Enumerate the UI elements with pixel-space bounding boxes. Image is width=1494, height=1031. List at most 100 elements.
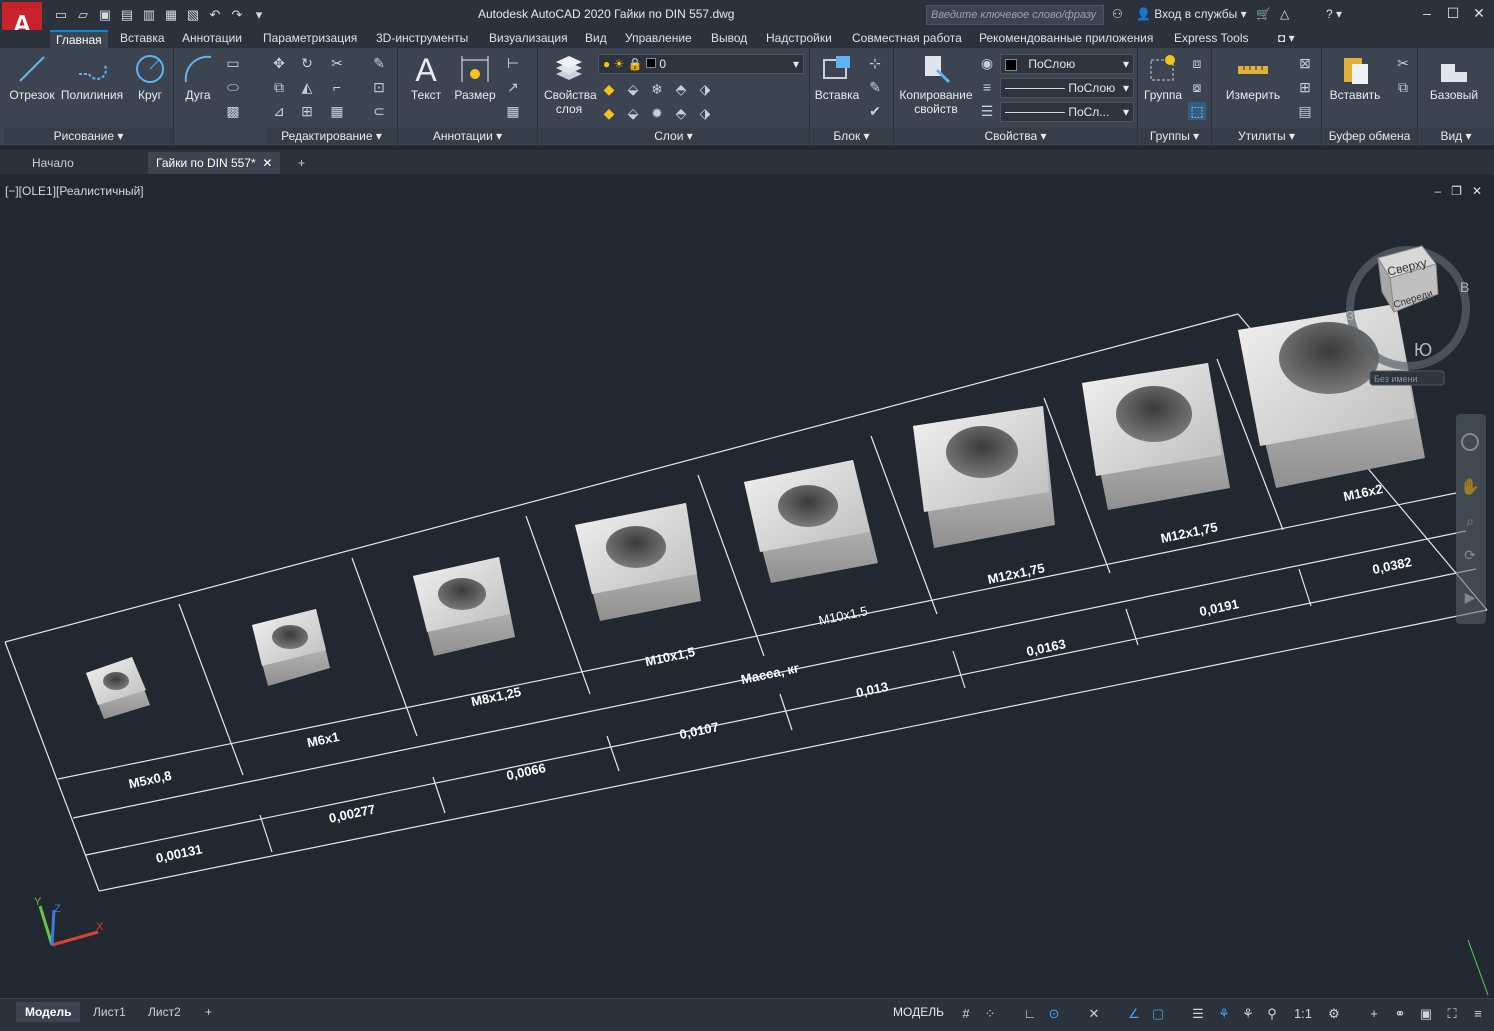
nut-m10[interactable] <box>575 503 701 621</box>
new-tab-button[interactable]: + <box>290 152 313 174</box>
autodesk-app-icon[interactable]: △ <box>1280 7 1289 21</box>
edit-block-icon[interactable]: ✎ <box>866 78 884 96</box>
nut-m16[interactable] <box>1238 304 1425 488</box>
tab-manage[interactable]: Управление <box>619 30 698 48</box>
isolate-objects-icon[interactable]: ⚭ <box>1390 1004 1410 1024</box>
panel-utilities-title[interactable]: Утилиты ▾ <box>1212 128 1321 144</box>
nut-m5[interactable] <box>86 657 150 719</box>
panel-groups-title[interactable]: Группы ▾ <box>1138 128 1211 144</box>
fullscreen-icon[interactable]: ⛶ <box>1442 1004 1462 1024</box>
group-select-icon[interactable]: ⬚ <box>1188 102 1206 120</box>
properties-toggle-icon[interactable]: ☰ <box>1188 1004 1208 1024</box>
tab-model[interactable]: Модель <box>16 1002 81 1022</box>
text-tool[interactable]: A Текст <box>402 52 450 102</box>
tab-express-tools[interactable]: Express Tools <box>1168 30 1254 48</box>
snap-icon[interactable]: ⁘ <box>980 1004 1000 1024</box>
layer-properties-tool[interactable]: Свойства слоя <box>538 52 600 116</box>
cut-icon[interactable]: ✂ <box>1394 54 1412 72</box>
redo-icon[interactable]: ↷ <box>228 6 246 24</box>
copy-clip-icon[interactable]: ⧉ <box>1394 78 1412 96</box>
tab-output[interactable]: Вывод <box>705 30 753 48</box>
match-properties-tool[interactable]: Копирование свойств <box>894 52 978 116</box>
insert-block-tool[interactable]: Вставка <box>812 52 862 102</box>
layer-thaw-icon[interactable]: ✹ <box>648 104 666 122</box>
ellipse-icon[interactable]: ⬭ <box>224 78 242 96</box>
block-attributes-icon[interactable]: ✔ <box>866 102 884 120</box>
panel-properties-title[interactable]: Свойства ▾ <box>894 128 1137 144</box>
minimize-button[interactable]: – <box>1416 5 1438 25</box>
pan-icon[interactable]: ✋ <box>1460 477 1480 496</box>
panel-annotation-title[interactable]: Аннотации ▾ <box>398 128 537 144</box>
stretch-icon[interactable]: ⊿ <box>270 102 288 120</box>
tab-layout2[interactable]: Лист2 <box>139 1002 190 1022</box>
layer-lock-icon[interactable]: ⬘ <box>672 80 690 98</box>
tab-start[interactable]: Начало <box>24 152 82 174</box>
move-icon[interactable]: ✥ <box>270 54 288 72</box>
ribbon-options-icon[interactable]: ◘ ▾ <box>1272 30 1301 48</box>
layer-match-icon[interactable]: ⬗ <box>696 104 714 122</box>
panel-view-title[interactable]: Вид ▾ <box>1418 128 1494 144</box>
panel-layers-title[interactable]: Слои ▾ <box>538 128 809 144</box>
add-layout-button[interactable]: + <box>196 1002 221 1022</box>
measure-tool[interactable]: Измерить <box>1218 52 1288 102</box>
dimension-tool[interactable]: Размер <box>450 52 500 102</box>
hardware-acceleration-icon[interactable]: ▣ <box>1416 1004 1436 1024</box>
undo-icon[interactable]: ↶ <box>206 6 224 24</box>
paste-tool[interactable]: Вставить <box>1328 52 1382 102</box>
save-as-icon[interactable]: ▤ <box>118 6 136 24</box>
quick-select-icon[interactable]: ⊠ <box>1296 54 1314 72</box>
layer-on-icon[interactable]: ◆ <box>600 104 618 122</box>
osnap-icon[interactable]: ▢ <box>1148 1004 1168 1024</box>
osnap-tracking-icon[interactable]: ✕ <box>1084 1004 1104 1024</box>
annotation-scale-icon[interactable]: ⚲ <box>1262 1004 1282 1024</box>
tab-insert[interactable]: Вставка <box>114 30 171 48</box>
layer-unlock-icon[interactable]: ⬘ <box>672 104 690 122</box>
open-icon[interactable]: ▱ <box>74 6 92 24</box>
nut-m8[interactable] <box>413 557 515 656</box>
layer-freeze-icon[interactable]: ❄ <box>648 80 666 98</box>
lineweight-toggle-icon[interactable]: ∠ <box>1124 1004 1144 1024</box>
mirror-icon[interactable]: ◭ <box>298 78 316 96</box>
select-all-icon[interactable]: ⊞ <box>1296 78 1314 96</box>
panel-draw-title[interactable]: Рисование ▾ <box>4 128 173 144</box>
web-mobile-icon[interactable]: ▥ <box>140 6 158 24</box>
tab-visualize[interactable]: Визуализация <box>483 30 574 48</box>
linetype-dropdown[interactable]: ПоСлою ▾ <box>1000 78 1134 98</box>
fillet-icon[interactable]: ⌐ <box>328 78 346 96</box>
offset-icon[interactable]: ⊂ <box>370 102 388 120</box>
layer-off-icon[interactable]: ◆ <box>600 80 618 98</box>
group-tool[interactable]: Группа <box>1140 52 1186 102</box>
rectangle-icon[interactable]: ▭ <box>224 54 242 72</box>
layer-unisolate-icon[interactable]: ⬙ <box>624 104 642 122</box>
showmotion-icon[interactable]: ▶ <box>1465 589 1476 605</box>
tab-drawing[interactable]: Гайки по DIN 557* ✕ <box>148 152 281 174</box>
signin-button[interactable]: 👤 Вход в службы ▾ <box>1136 7 1247 21</box>
customize-icon[interactable]: ▾ <box>250 6 268 24</box>
trim-icon[interactable]: ✂ <box>328 54 346 72</box>
print-icon[interactable]: ▧ <box>184 6 202 24</box>
close-tab-icon[interactable]: ✕ <box>262 156 272 170</box>
orbit-icon[interactable]: ⟳ <box>1464 547 1476 563</box>
plus-icon[interactable]: + <box>1364 1004 1384 1024</box>
tab-home[interactable]: Главная <box>50 30 108 48</box>
export-icon[interactable]: ▦ <box>162 6 180 24</box>
hatch-icon[interactable]: ▩ <box>224 102 242 120</box>
save-icon[interactable]: ▣ <box>96 6 114 24</box>
copy-icon[interactable]: ⧉ <box>270 78 288 96</box>
calculator-icon[interactable]: ▤ <box>1296 102 1314 120</box>
tab-collaborate[interactable]: Совместная работа <box>846 30 968 48</box>
layer-make-current-icon[interactable]: ⬗ <box>696 80 714 98</box>
binoculars-icon[interactable]: ⚇ <box>1112 7 1123 21</box>
help-button[interactable]: ? ▾ <box>1326 7 1342 21</box>
annotation-visibility-icon[interactable]: ⚘ <box>1214 1004 1234 1024</box>
rotate-icon[interactable]: ↻ <box>298 54 316 72</box>
layer-isolate-icon[interactable]: ⬙ <box>624 80 642 98</box>
zoom-icon[interactable]: ⌕ <box>1466 513 1474 529</box>
polyline-tool[interactable]: Полилиния <box>58 52 126 102</box>
array-icon[interactable]: ▦ <box>328 102 346 120</box>
nut-m12b[interactable] <box>1082 363 1230 510</box>
arc-tool[interactable]: Дуга <box>176 52 220 102</box>
lineweight-dropdown[interactable]: ПоСл... ▾ <box>1000 102 1134 122</box>
color-wheel-icon[interactable]: ◉ <box>978 54 996 72</box>
tab-addins[interactable]: Надстройки <box>760 30 838 48</box>
